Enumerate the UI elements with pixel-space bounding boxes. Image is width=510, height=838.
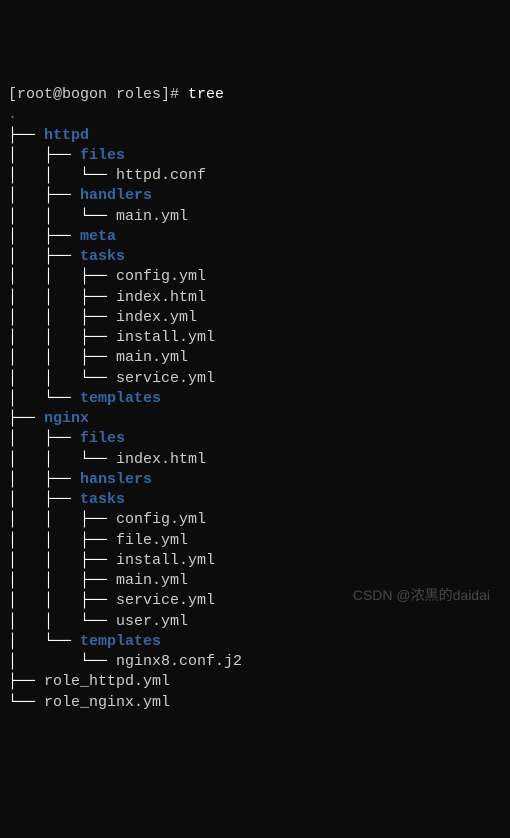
tree-file: install.yml <box>116 552 215 569</box>
terminal-output[interactable]: [root@bogon roles]# tree.├── httpd│ ├── … <box>8 85 502 713</box>
tree-entry: ├── role_httpd.yml <box>8 672 502 692</box>
tree-entry: ├── nginx <box>8 409 502 429</box>
prompt-line: [root@bogon roles]# tree <box>8 85 502 105</box>
tree-entry: │ ├── handlers <box>8 186 502 206</box>
tree-branch: │ │ ├── <box>8 329 116 346</box>
tree-file: nginx8.conf.j2 <box>116 653 242 670</box>
tree-entry: │ │ ├── config.yml <box>8 267 502 287</box>
tree-branch: │ │ ├── <box>8 289 116 306</box>
tree-branch: │ ├── <box>8 248 80 265</box>
tree-branch: │ │ ├── <box>8 592 116 609</box>
tree-file: main.yml <box>116 572 188 589</box>
tree-dir: httpd <box>44 127 89 144</box>
tree-branch: ├── <box>8 127 44 144</box>
tree-branch: ├── <box>8 410 44 427</box>
tree-entry: │ │ └── main.yml <box>8 207 502 227</box>
tree-branch: │ │ └── <box>8 451 116 468</box>
tree-branch: │ └── <box>8 633 80 650</box>
tree-file: index.yml <box>116 309 197 326</box>
tree-entry: │ ├── files <box>8 429 502 449</box>
tree-entry: │ │ └── index.html <box>8 450 502 470</box>
tree-entry: │ ├── tasks <box>8 490 502 510</box>
tree-dir: files <box>80 430 125 447</box>
tree-file: main.yml <box>116 349 188 366</box>
tree-entry: └── role_nginx.yml <box>8 693 502 713</box>
tree-branch: │ │ └── <box>8 613 116 630</box>
tree-branch: │ │ ├── <box>8 532 116 549</box>
tree-branch: │ └── <box>8 653 116 670</box>
tree-branch: │ ├── <box>8 430 80 447</box>
tree-file: role_nginx.yml <box>44 694 170 711</box>
tree-entry: │ ├── files <box>8 146 502 166</box>
tree-branch: │ ├── <box>8 187 80 204</box>
tree-branch: │ │ ├── <box>8 268 116 285</box>
tree-file: config.yml <box>116 268 206 285</box>
tree-branch: │ ├── <box>8 228 80 245</box>
tree-root: . <box>8 105 502 125</box>
tree-file: user.yml <box>116 613 188 630</box>
tree-file: service.yml <box>116 370 215 387</box>
tree-dir: templates <box>80 633 161 650</box>
tree-branch: │ ├── <box>8 147 80 164</box>
tree-branch: └── <box>8 694 44 711</box>
tree-entry: │ │ ├── service.yml <box>8 591 502 611</box>
tree-branch: │ │ ├── <box>8 572 116 589</box>
tree-entry: │ │ ├── index.yml <box>8 308 502 328</box>
tree-entry: │ │ ├── file.yml <box>8 531 502 551</box>
tree-entry: │ ├── meta <box>8 227 502 247</box>
tree-entry: │ │ ├── install.yml <box>8 551 502 571</box>
tree-branch: │ │ ├── <box>8 511 116 528</box>
tree-file: httpd.conf <box>116 167 206 184</box>
tree-file: role_httpd.yml <box>44 673 170 690</box>
tree-file: file.yml <box>116 532 188 549</box>
tree-file: config.yml <box>116 511 206 528</box>
shell-prompt: [root@bogon roles]# <box>8 86 188 103</box>
tree-entry: │ ├── tasks <box>8 247 502 267</box>
tree-entry: │ │ ├── main.yml <box>8 348 502 368</box>
tree-entry: │ ├── hanslers <box>8 470 502 490</box>
tree-entry: │ │ ├── index.html <box>8 288 502 308</box>
tree-dir: files <box>80 147 125 164</box>
tree-entry: │ │ └── service.yml <box>8 369 502 389</box>
tree-dir: handlers <box>80 187 152 204</box>
tree-entry: │ └── templates <box>8 389 502 409</box>
tree-branch: │ │ └── <box>8 208 116 225</box>
command: tree <box>188 86 224 103</box>
tree-branch: │ ├── <box>8 471 80 488</box>
tree-entry: │ │ ├── install.yml <box>8 328 502 348</box>
tree-file: index.html <box>116 289 206 306</box>
tree-branch: │ │ ├── <box>8 309 116 326</box>
tree-entry: │ │ ├── config.yml <box>8 510 502 530</box>
tree-dir: hanslers <box>80 471 152 488</box>
tree-file: index.html <box>116 451 206 468</box>
tree-branch: │ │ └── <box>8 167 116 184</box>
tree-branch: ├── <box>8 673 44 690</box>
tree-file: service.yml <box>116 592 215 609</box>
tree-branch: │ │ ├── <box>8 552 116 569</box>
tree-branch: │ │ ├── <box>8 349 116 366</box>
tree-branch: │ │ └── <box>8 370 116 387</box>
tree-entry: │ │ └── user.yml <box>8 612 502 632</box>
tree-branch: │ ├── <box>8 491 80 508</box>
tree-dir: meta <box>80 228 116 245</box>
tree-dir: tasks <box>80 491 125 508</box>
tree-entry: │ └── nginx8.conf.j2 <box>8 652 502 672</box>
tree-entry: │ │ └── httpd.conf <box>8 166 502 186</box>
tree-dir: templates <box>80 390 161 407</box>
tree-entry: │ │ ├── main.yml <box>8 571 502 591</box>
tree-dir: tasks <box>80 248 125 265</box>
tree-dir: nginx <box>44 410 89 427</box>
tree-file: main.yml <box>116 208 188 225</box>
tree-file: install.yml <box>116 329 215 346</box>
tree-entry: ├── httpd <box>8 126 502 146</box>
tree-branch: │ └── <box>8 390 80 407</box>
